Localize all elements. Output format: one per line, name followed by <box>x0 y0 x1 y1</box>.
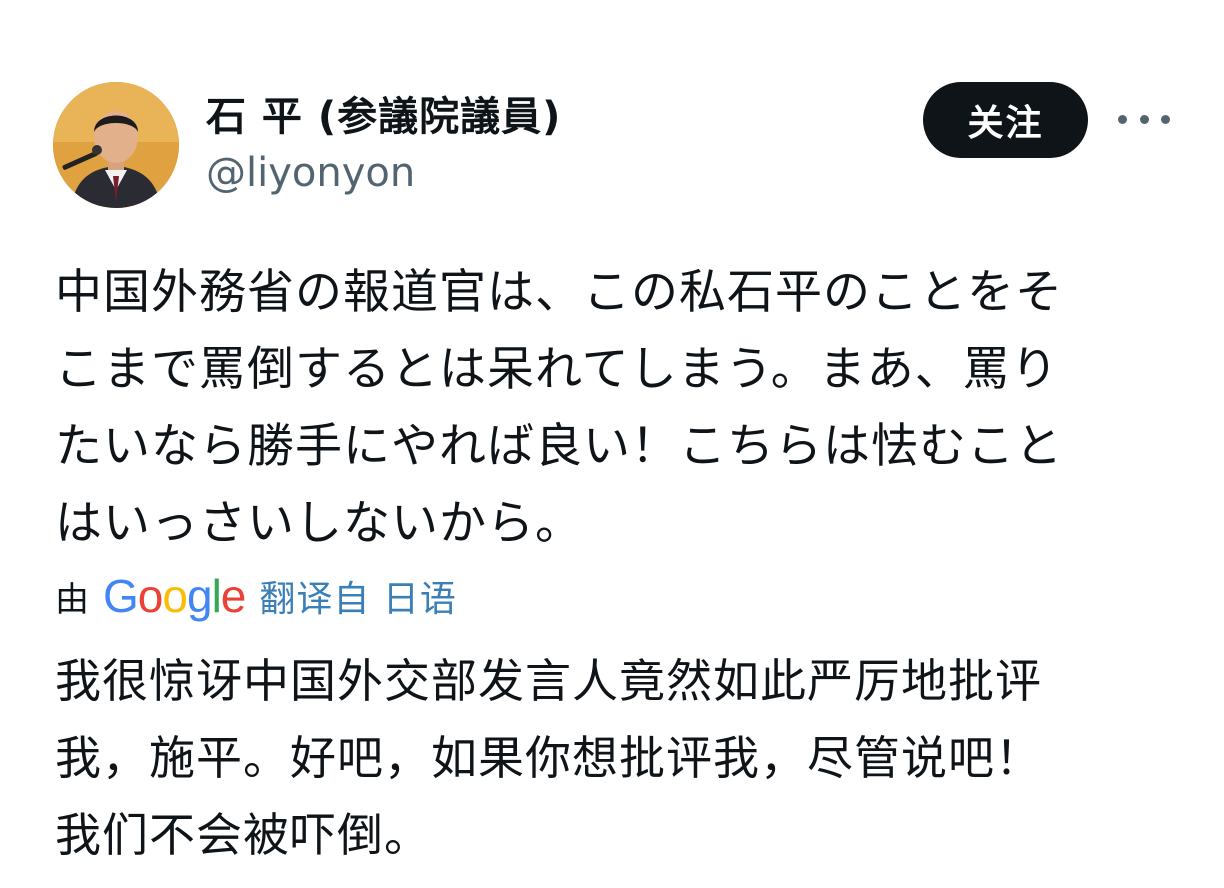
more-options-icon[interactable] <box>1118 104 1170 134</box>
translation-prefix: 由 <box>55 579 89 620</box>
tweet-card: 石 平 (参議院議員) @liyonyon 关注 中国外務省の報道官は、この私石… <box>0 0 1224 888</box>
follow-button[interactable]: 关注 <box>923 82 1088 158</box>
tweet-text-line: こまで罵倒するとは呆れてしまう。まあ、罵り <box>55 342 1059 397</box>
more-dot <box>1161 114 1170 124</box>
google-logo-letter: l <box>211 570 222 622</box>
avatar-photo <box>53 82 179 208</box>
google-logo-letter: g <box>186 570 213 622</box>
author-display-name[interactable]: 石 平 (参議院議員) <box>206 84 561 142</box>
google-logo-letter: e <box>220 570 247 622</box>
translation-attribution: 由 Google 翻译自 日语 <box>55 568 457 624</box>
author-handle[interactable]: @liyonyon <box>206 150 415 196</box>
translated-text-line: 我们不会被吓倒。 <box>55 808 431 862</box>
tweet-text-line: 中国外務省の報道官は、この私石平のことをそ <box>55 265 1063 320</box>
translated-text: 我很惊讶中国外交部发言人竟然如此严厉地批评 我，施平。好吧，如果你想批评我，尽管… <box>55 643 1175 874</box>
tweet-text: 中国外務省の報道官は、この私石平のことをそ こまで罵倒するとは呆れてしまう。まあ… <box>55 254 1175 562</box>
avatar[interactable] <box>53 82 179 208</box>
tweet-text-line: たいなら勝手にやれば良い！こちらは怯むこと <box>55 419 1063 474</box>
google-logo: Google <box>103 570 247 622</box>
tweet-text-line: はいっさいしないから。 <box>55 496 583 551</box>
translated-from-link[interactable]: 翻译自 日语 <box>259 570 456 622</box>
translated-text-line: 我很惊讶中国外交部发言人竟然如此严厉地批评 <box>55 654 1042 708</box>
more-dot <box>1139 114 1149 124</box>
google-logo-letter: o <box>162 570 188 622</box>
more-dot <box>1118 114 1127 124</box>
translated-text-line: 我，施平。好吧，如果你想批评我，尽管说吧！ <box>55 731 1042 785</box>
google-logo-letter: G <box>103 570 139 622</box>
google-logo-letter: o <box>137 570 164 622</box>
